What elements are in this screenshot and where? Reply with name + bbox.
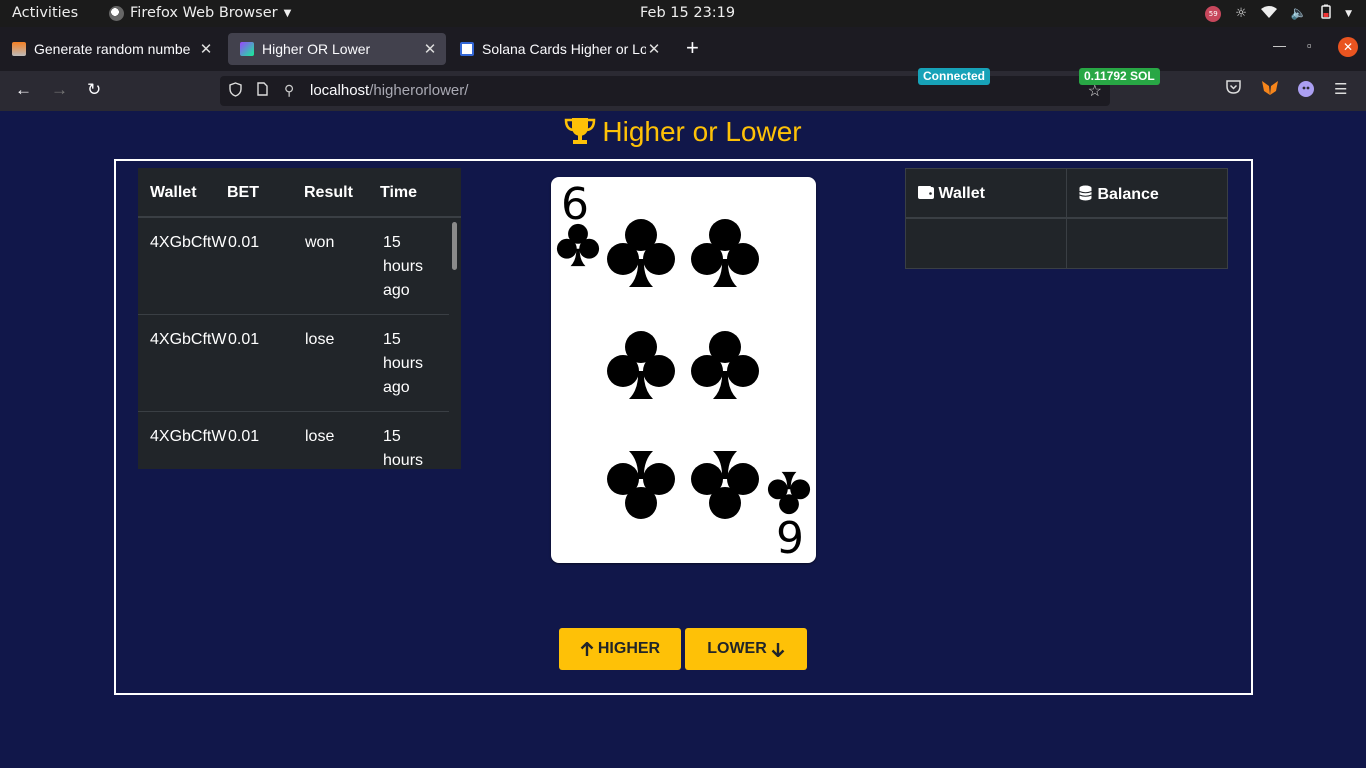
- page-icon[interactable]: [257, 82, 268, 99]
- solana-icon: [240, 42, 254, 56]
- activities-button[interactable]: Activities: [12, 5, 78, 21]
- cell-bet: 0.01: [228, 428, 260, 445]
- trophy-icon: [564, 117, 596, 152]
- tab-solana-cards[interactable]: Solana Cards Higher or Lo ✕: [448, 33, 670, 65]
- balance-badge: 0.11792 SOL: [1079, 68, 1160, 85]
- cell-time: 15 hours ago: [383, 428, 424, 469]
- pocket-icon[interactable]: [1226, 80, 1241, 98]
- clock[interactable]: Feb 15 23:19: [640, 5, 735, 21]
- column-header-result: Result: [304, 184, 353, 201]
- close-icon[interactable]: ✕: [422, 40, 438, 58]
- tab-title: Solana Cards Higher or Lo: [482, 41, 646, 57]
- system-top-bar: Activities Firefox Web Browser ▼ Feb 15 …: [0, 0, 1366, 27]
- arrow-up-icon: [580, 641, 594, 656]
- club-pips-icon: [556, 219, 811, 519]
- wallet-icon: [918, 186, 934, 199]
- table-row: 4XGbCftW 0.01 lose 15 hours ago: [138, 412, 449, 469]
- cell-bet: 0.01: [228, 331, 260, 348]
- column-header-wallet: Wallet: [150, 184, 197, 201]
- menu-icon[interactable]: ☰: [1334, 80, 1347, 98]
- tab-title: Higher OR Lower: [262, 41, 371, 57]
- column-header-wallet: Wallet: [918, 185, 985, 203]
- app-name: Firefox Web Browser: [130, 5, 278, 21]
- url-text[interactable]: localhost/higherorlower/: [310, 82, 468, 99]
- maximize-button[interactable]: ▫: [1307, 38, 1312, 53]
- volume-icon: 🔈: [1290, 6, 1308, 21]
- cell-result: won: [305, 234, 335, 251]
- close-window-button[interactable]: ✕: [1338, 37, 1358, 57]
- permissions-icon[interactable]: ⚲: [284, 82, 294, 99]
- chevron-down-icon: ▼: [283, 7, 292, 19]
- wifi-icon: [1260, 5, 1277, 22]
- firefox-icon: [109, 5, 124, 21]
- page-title-text: Higher or Lower: [602, 116, 802, 147]
- coins-icon: [1079, 185, 1092, 201]
- close-icon[interactable]: ✕: [198, 40, 214, 58]
- column-header-balance: Balance: [1078, 185, 1159, 204]
- tab-strip: Generate random numbe ✕ Higher OR Lower …: [0, 27, 1366, 71]
- table-body[interactable]: 4XGbCftW 0.01 won 15 hours ago 4XGbCftW …: [138, 218, 449, 469]
- new-tab-button[interactable]: +: [686, 35, 699, 61]
- cell-result: lose: [305, 428, 335, 445]
- cell-result: lose: [305, 331, 335, 348]
- table-header: Wallet BET Result Time: [138, 168, 461, 218]
- cell-time: 15 hours ago: [383, 331, 424, 396]
- cell-time: 15 hours ago: [383, 234, 424, 299]
- tab-higher-or-lower[interactable]: Higher OR Lower ✕: [228, 33, 446, 65]
- connection-status-badge: Connected: [918, 68, 991, 85]
- close-icon[interactable]: ✕: [646, 40, 662, 58]
- metamask-icon[interactable]: [1261, 80, 1279, 100]
- shield-icon[interactable]: [229, 82, 242, 100]
- tab-generate-random[interactable]: Generate random numbe ✕: [0, 33, 222, 65]
- column-header-bet: BET: [227, 184, 259, 201]
- table-row: 4XGbCftW 0.01 won 15 hours ago: [138, 218, 449, 315]
- forward-button[interactable]: →: [51, 80, 68, 100]
- column-header-time: Time: [380, 184, 418, 201]
- system-tray[interactable]: 59 ☼ 🔈 ▼: [1205, 4, 1352, 23]
- battery-icon: [1321, 4, 1331, 23]
- higher-button[interactable]: HIGHER: [559, 628, 681, 670]
- history-scrollbar-thumb[interactable]: [452, 222, 457, 270]
- app-menu[interactable]: Firefox Web Browser ▼: [109, 5, 291, 21]
- minimize-button[interactable]: —: [1273, 38, 1286, 53]
- stackoverflow-icon: [12, 42, 26, 56]
- cell-bet: 0.01: [228, 234, 260, 251]
- table-row: 4XGbCftW 0.01 lose 15 hours ago: [138, 315, 449, 412]
- notification-icon[interactable]: 59: [1205, 5, 1222, 22]
- playing-card: 6 9: [551, 177, 816, 563]
- chevron-down-icon: ▼: [1345, 8, 1352, 19]
- column-divider: [1066, 169, 1067, 268]
- back-button[interactable]: ←: [15, 80, 32, 100]
- brightness-icon: ☼: [1235, 6, 1247, 21]
- cell-wallet: 4XGbCftW: [150, 331, 227, 348]
- bet-history-table: Wallet BET Result Time 4XGbCftW 0.01 won…: [138, 168, 461, 469]
- wallet-table: Wallet Balance: [905, 168, 1228, 269]
- cell-wallet: 4XGbCftW: [150, 234, 227, 251]
- lower-button[interactable]: LOWER: [685, 628, 807, 670]
- reload-button[interactable]: ↻: [87, 80, 101, 100]
- page-title: Higher or Lower: [0, 116, 1366, 152]
- phantom-wallet-icon[interactable]: [1297, 80, 1315, 102]
- navigation-bar: ← → ↻ ⚲ localhost/higherorlower/ ☆ ☰: [0, 71, 1366, 111]
- cell-wallet: 4XGbCftW: [150, 428, 227, 445]
- codesandbox-icon: [460, 42, 474, 56]
- arrow-down-icon: [771, 642, 785, 657]
- tab-title: Generate random numbe: [34, 41, 191, 57]
